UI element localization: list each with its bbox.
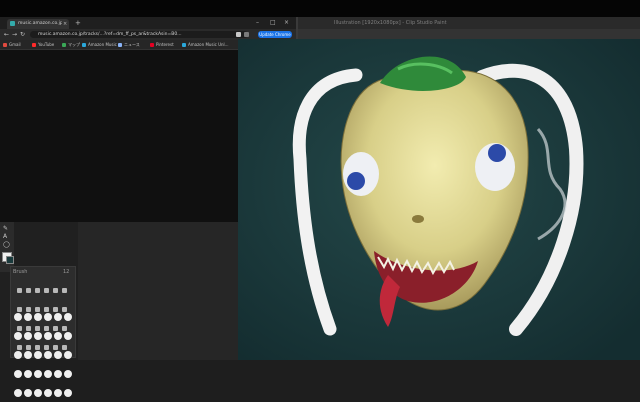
bookmark-item[interactable]: マップ <box>62 40 80 49</box>
new-tab-button[interactable]: + <box>75 18 81 28</box>
brush-size-dot-icon[interactable] <box>34 389 42 397</box>
brush-size-dot-icon[interactable] <box>14 313 22 321</box>
brush-size-dot-icon[interactable] <box>64 351 72 359</box>
close-window-button[interactable]: × <box>284 17 289 29</box>
brush-preset-icon[interactable] <box>26 288 31 293</box>
paint-app-title: Illustration [1920x1080px] - Clip Studio… <box>298 17 640 29</box>
bookmark-favicon-icon <box>32 42 36 47</box>
bookmark-favicon-icon <box>3 42 7 47</box>
profile-icon[interactable] <box>244 32 249 37</box>
bookmark-label: Amazon Music <box>88 42 117 47</box>
bookmark-item[interactable]: Amazon Music <box>82 40 117 49</box>
minimize-button[interactable]: – <box>256 17 259 29</box>
brush-preset-icon[interactable] <box>62 288 67 293</box>
brush-size-dot-icon[interactable] <box>24 332 32 340</box>
brush-size-dot-icon[interactable] <box>54 389 62 397</box>
brush-size-dot-icon[interactable] <box>34 370 42 378</box>
brush-size-dot-icon[interactable] <box>64 332 72 340</box>
bookmark-favicon-icon <box>182 42 186 47</box>
brush-size-dot-icon[interactable] <box>24 370 32 378</box>
brush-size-dot-icon[interactable] <box>24 389 32 397</box>
bookmark-favicon-icon <box>62 42 66 47</box>
update-chrome-button[interactable]: Update Chrome <box>258 31 292 38</box>
brush-size-dot-icon[interactable] <box>44 389 52 397</box>
brush-size-dot-icon[interactable] <box>64 389 72 397</box>
brush-size-dot-icon[interactable] <box>54 370 62 378</box>
reload-icon[interactable]: ↻ <box>20 29 25 40</box>
tab-favicon-icon <box>10 21 15 26</box>
bookmark-item[interactable]: Pinterest <box>150 40 174 49</box>
brush-preset-icon[interactable] <box>44 288 49 293</box>
brush-size-dot-icon[interactable] <box>44 332 52 340</box>
brush-size-dot-icon[interactable] <box>64 313 72 321</box>
bookmark-label: マップ <box>68 42 80 47</box>
brush-palette: Brush 12 <box>10 266 76 397</box>
brush-size-dot-icon[interactable] <box>34 313 42 321</box>
brush-size-dot-icon[interactable] <box>24 313 32 321</box>
brush-tab-label[interactable]: Brush <box>13 269 27 275</box>
right-pupil <box>488 144 506 162</box>
brush-preset-icon[interactable] <box>53 288 58 293</box>
tab-close-icon[interactable]: × <box>63 19 67 29</box>
bookmark-favicon-icon <box>118 42 122 47</box>
pen-icon[interactable]: ✎ <box>3 226 8 232</box>
brush-size-value: 12 <box>63 269 70 275</box>
bookmark-favicon-icon <box>150 42 154 47</box>
bookmark-favicon-icon <box>82 42 86 47</box>
bookmark-label: Amazon Music Unl... <box>188 42 229 47</box>
bookmark-item[interactable]: ニュース <box>118 40 140 49</box>
bookmark-label: Pinterest <box>156 42 174 47</box>
browser-tab-bar: music.amazon.co.jp/Tracks... × + – □ × <box>0 17 296 29</box>
brush-size-dot-icon[interactable] <box>14 389 22 397</box>
brush-size-dot-icon[interactable] <box>34 332 42 340</box>
sub-panel-area <box>78 222 238 360</box>
color-swatch-secondary-icon[interactable] <box>6 256 14 264</box>
brush-size-dot-icon[interactable] <box>14 351 22 359</box>
bookmark-label: ニュース <box>124 42 140 47</box>
brush-size-dot-icon[interactable] <box>54 313 62 321</box>
browser-tab[interactable]: music.amazon.co.jp/Tracks... × <box>7 19 69 29</box>
brush-size-dot-icon[interactable] <box>44 313 52 321</box>
brush-size-dot-icon[interactable] <box>44 370 52 378</box>
brush-size-dot-icon[interactable] <box>54 351 62 359</box>
tab-title: music.amazon.co.jp/Tracks... <box>18 21 62 26</box>
brush-palette-header: Brush 12 <box>13 269 73 275</box>
creature-painting <box>238 39 640 360</box>
brush-size-dot-icon[interactable] <box>44 351 52 359</box>
back-icon[interactable]: ← <box>4 29 9 40</box>
maximize-button[interactable]: □ <box>270 17 276 29</box>
bookmark-label: YouTube <box>38 42 55 47</box>
brush-preset-icon[interactable] <box>35 288 40 293</box>
bookmark-label: Gmail <box>9 42 21 47</box>
nose <box>412 215 424 223</box>
brush-size-dot-icon[interactable] <box>24 351 32 359</box>
brush-size-dot-icon[interactable] <box>54 332 62 340</box>
tool-column: ✎ A ◯ <box>0 222 14 272</box>
bookmark-item[interactable]: Amazon Music Unl... <box>182 40 228 49</box>
brush-preset-icon[interactable] <box>17 288 22 293</box>
brush-size-dot-icon[interactable] <box>34 351 42 359</box>
url-text: music.amazon.co.jp/tracks/...?ref=dm_ff_… <box>38 32 182 37</box>
paint-canvas[interactable] <box>238 39 640 360</box>
brush-size-dot-icon[interactable] <box>14 332 22 340</box>
extension-icon[interactable] <box>236 32 241 37</box>
bookmark-item[interactable]: YouTube <box>32 40 54 49</box>
left-pupil <box>347 172 365 190</box>
brush-size-grid <box>13 307 75 402</box>
text-icon[interactable]: A <box>3 234 7 240</box>
url-input[interactable]: music.amazon.co.jp/tracks/...?ref=dm_ff_… <box>30 31 248 38</box>
shape-icon[interactable]: ◯ <box>3 242 10 248</box>
brush-size-dot-icon[interactable] <box>64 370 72 378</box>
brush-size-dot-icon[interactable] <box>14 370 22 378</box>
forward-icon[interactable]: → <box>12 29 17 40</box>
bookmark-item[interactable]: Gmail <box>3 40 21 49</box>
screen-top-strip <box>0 0 640 17</box>
